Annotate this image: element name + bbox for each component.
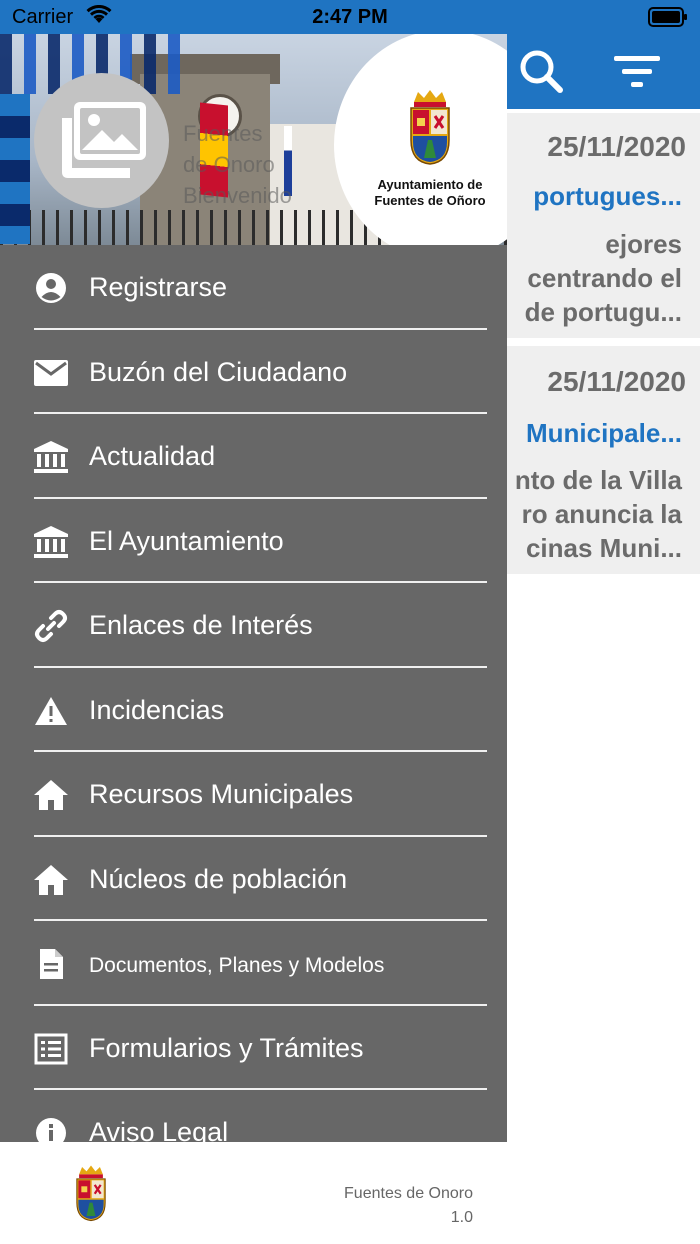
menu-label: Registrarse — [89, 272, 228, 302]
menu-label: Formularios y Trámites — [89, 1032, 364, 1063]
menu-item-actualidad[interactable]: Actualidad — [0, 414, 507, 499]
warning-icon — [33, 693, 69, 729]
menu-label: Incidencias — [89, 694, 225, 725]
info-icon — [33, 1115, 69, 1142]
home-icon — [33, 862, 69, 898]
menu-label: Documentos, Planes y Modelos — [89, 954, 385, 977]
status-time: 2:47 PM — [312, 6, 388, 28]
menu-item-nucleos[interactable]: Núcleos de población — [0, 837, 507, 921]
user-avatar[interactable] — [34, 73, 169, 208]
app-version: 1.0 — [450, 1209, 473, 1226]
menu-label: Enlaces de Interés — [89, 610, 313, 640]
logo-caption-line-2: Fuentes de Oñoro — [374, 193, 486, 208]
link-icon — [33, 608, 69, 644]
menu-item-incidencias[interactable]: Incidencias — [0, 668, 507, 752]
institution-icon — [33, 439, 69, 475]
menu-item-registrarse[interactable]: Registrarse — [0, 245, 507, 330]
menu-item-formularios[interactable]: Formularios y Trámites — [0, 1006, 507, 1090]
drawer-header: Fuentes de Onoro Bienvenido Ayuntamiento… — [0, 34, 507, 245]
logo-caption: Ayuntamiento de Fuentes de Oñoro — [350, 177, 507, 209]
status-bar: Carrier 2:47 PM — [0, 0, 700, 34]
form-list-icon — [33, 1031, 69, 1067]
news-date: 25/11/2020 — [547, 131, 686, 162]
institution-icon — [33, 524, 69, 560]
battery-icon — [648, 7, 688, 32]
menu-item-buzon[interactable]: Buzón del Ciudadano — [0, 330, 507, 414]
menu-item-documentos[interactable]: Documentos, Planes y Modelos — [0, 921, 507, 1006]
menu-label: Actualidad — [89, 441, 216, 471]
menu-label: Núcleos de población — [89, 863, 348, 894]
home-icon — [33, 777, 69, 813]
account-icon — [33, 270, 69, 306]
menu-item-recursos[interactable]: Recursos Municipales — [0, 752, 507, 837]
news-date: 25/11/2020 — [547, 366, 686, 397]
logo-caption-line-1: Ayuntamiento de — [377, 177, 483, 192]
menu-label: El Ayuntamiento — [89, 525, 284, 556]
navigation-drawer: Fuentes de Onoro Bienvenido Ayuntamiento… — [0, 34, 507, 1142]
welcome-text: Fuentes de Onoro Bienvenido — [183, 121, 292, 208]
coat-of-arms-icon — [408, 88, 452, 171]
document-icon — [33, 946, 69, 982]
menu-label: Aviso Legal — [89, 1117, 229, 1142]
menu-item-enlaces[interactable]: Enlaces de Interés — [0, 583, 507, 668]
drawer-footer: Fuentes de Onoro 1.0 — [0, 1142, 700, 1244]
menu-item-ayuntamiento[interactable]: El Ayuntamiento — [0, 499, 507, 583]
mail-icon — [33, 355, 69, 391]
app-name: Fuentes de Onoro — [344, 1185, 473, 1202]
image-placeholder-icon — [61, 101, 146, 178]
menu-label: Recursos Municipales — [89, 779, 354, 809]
search-icon[interactable] — [518, 48, 564, 99]
filter-icon[interactable] — [612, 54, 662, 95]
drawer-menu: Registrarse Buzón del Ciudadano Actualid… — [0, 245, 507, 1142]
menu-item-aviso-legal[interactable]: Aviso Legal — [0, 1090, 507, 1142]
menu-label: Buzón del Ciudadano — [89, 356, 348, 387]
